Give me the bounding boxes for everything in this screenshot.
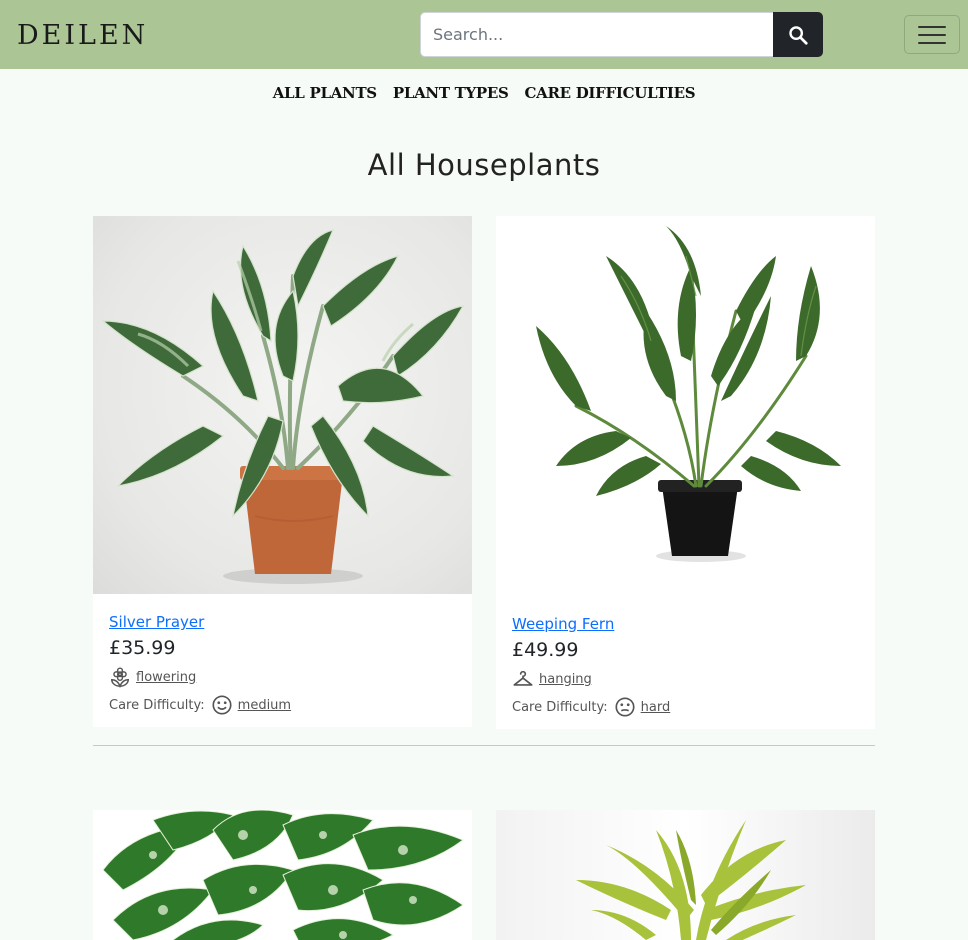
- care-difficulty-row: Care Difficulty: hard: [512, 696, 670, 718]
- product-card: Weeping Fern £49.99 hanging Care Difficu…: [496, 216, 875, 729]
- search-icon: [789, 25, 808, 45]
- search-button[interactable]: [773, 12, 823, 57]
- nav-all-plants[interactable]: ALL PLANTS: [273, 84, 377, 102]
- menu-toggle-button[interactable]: [904, 15, 960, 54]
- product-name-link[interactable]: Weeping Fern: [512, 615, 670, 633]
- search-input[interactable]: [420, 12, 774, 57]
- product-card: [496, 810, 875, 940]
- care-difficulty-label: Care Difficulty:: [512, 699, 608, 715]
- neutral-face-icon: [615, 697, 635, 717]
- nav-care-difficulties[interactable]: CARE DIFFICULTIES: [525, 84, 696, 102]
- category-nav: ALL PLANTS PLANT TYPES CARE DIFFICULTIES: [0, 84, 968, 102]
- hamburger-menu-icon: [918, 25, 946, 44]
- section-divider: [93, 745, 875, 746]
- product-image[interactable]: [93, 216, 472, 594]
- nav-plant-types[interactable]: PLANT TYPES: [393, 84, 509, 102]
- hanger-icon: [513, 670, 533, 686]
- product-card-body: Weeping Fern £49.99 hanging Care Difficu…: [512, 615, 670, 718]
- plant-type-row: hanging: [512, 668, 670, 690]
- brand-logo[interactable]: DEILEN: [17, 20, 148, 51]
- top-navbar: DEILEN: [0, 0, 968, 69]
- product-card-body: Silver Prayer £35.99 flowering Care Diff…: [109, 613, 291, 716]
- care-difficulty-link[interactable]: hard: [641, 700, 671, 715]
- plant-type-row: flowering: [109, 666, 291, 688]
- product-image[interactable]: [93, 810, 472, 940]
- product-name-link[interactable]: Silver Prayer: [109, 613, 291, 631]
- plant-type-link[interactable]: hanging: [539, 672, 592, 687]
- care-difficulty-link[interactable]: medium: [238, 698, 291, 713]
- care-difficulty-row: Care Difficulty: medium: [109, 694, 291, 716]
- product-card: Silver Prayer £35.99 flowering Care Diff…: [93, 216, 472, 727]
- product-price: £35.99: [109, 637, 176, 659]
- product-image[interactable]: [496, 216, 875, 596]
- smile-face-icon: [212, 695, 232, 715]
- care-difficulty-label: Care Difficulty:: [109, 697, 205, 713]
- product-image[interactable]: [496, 810, 875, 940]
- product-price: £49.99: [512, 639, 579, 661]
- page-title: All Houseplants: [367, 148, 601, 182]
- product-card: [93, 810, 472, 940]
- plant-type-link[interactable]: flowering: [136, 670, 196, 685]
- flower-icon: [111, 667, 129, 688]
